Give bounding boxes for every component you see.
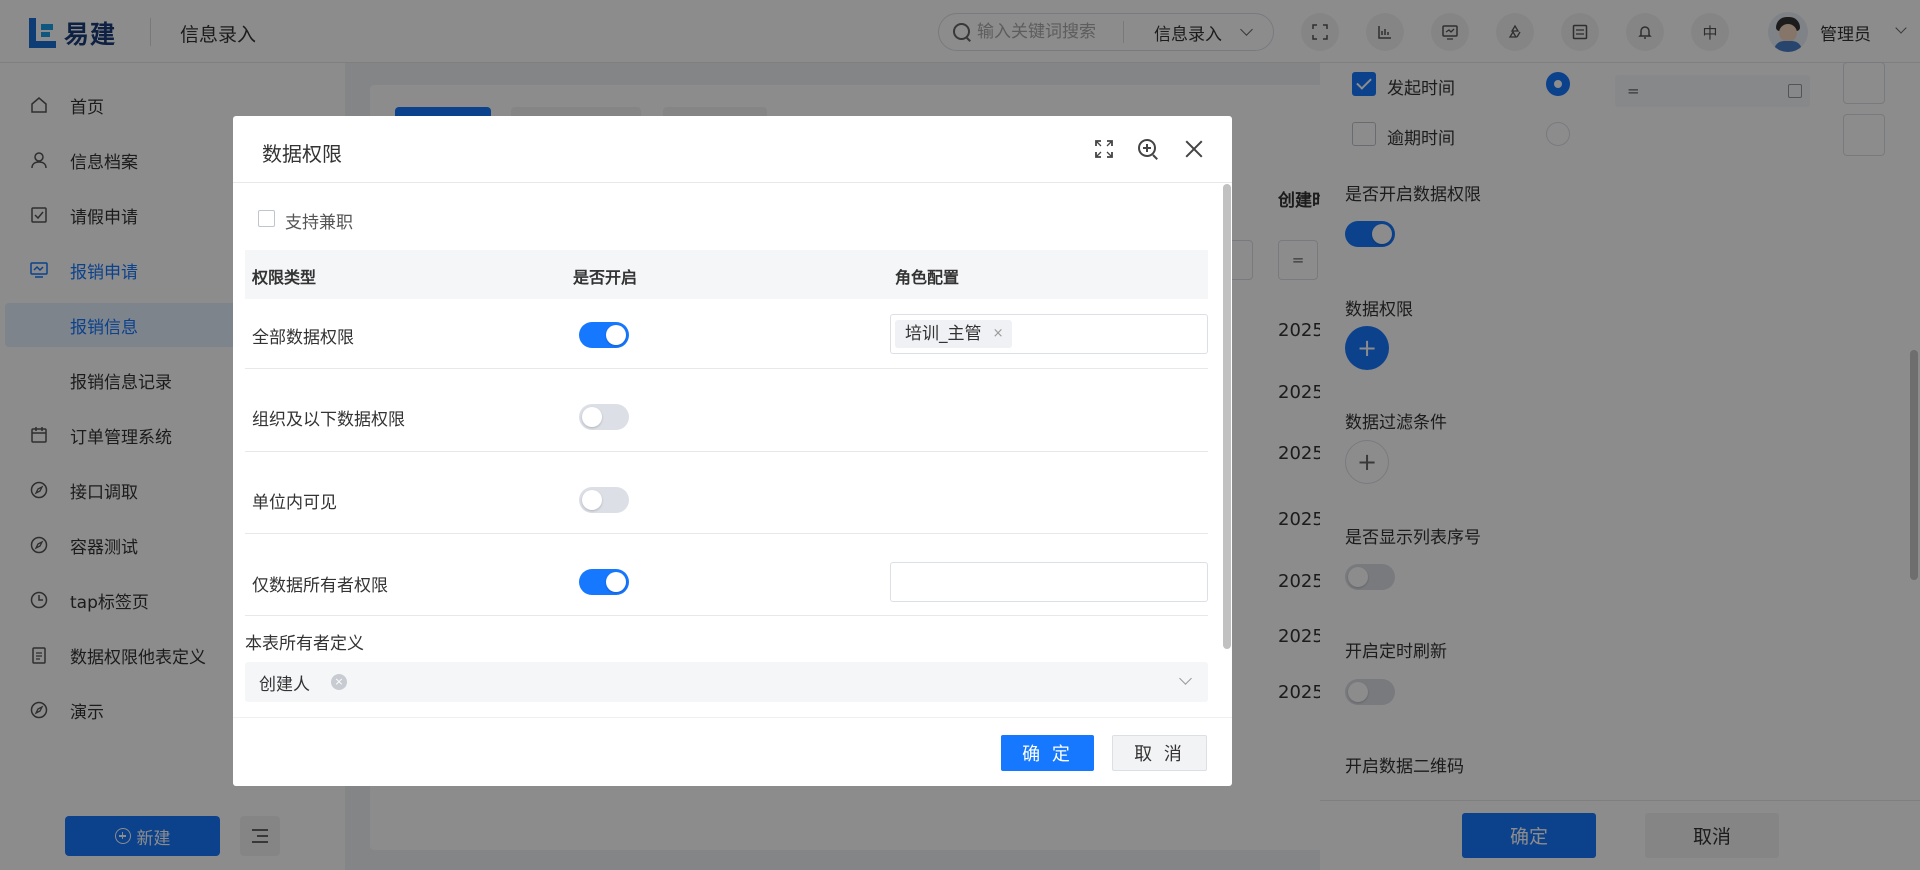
permission-toggle[interactable]: [579, 569, 629, 595]
modal-cancel-button[interactable]: 取 消: [1112, 735, 1207, 771]
tag-clear-icon[interactable]: ×: [331, 674, 347, 690]
modal-ok-button[interactable]: 确 定: [1001, 735, 1094, 771]
permission-type: 组织及以下数据权限: [252, 410, 405, 430]
column-header: 权限类型: [252, 268, 317, 287]
table-row: [245, 452, 1208, 534]
permission-toggle[interactable]: [579, 404, 629, 430]
permission-toggle[interactable]: [579, 322, 629, 348]
permission-toggle[interactable]: [579, 487, 629, 513]
modal-header: 数据权限: [233, 116, 1232, 183]
support-concurrent-label: 支持兼职: [285, 213, 353, 233]
permission-type: 全部数据权限: [252, 328, 354, 348]
permission-type: 单位内可见: [252, 493, 337, 513]
modal-title: 数据权限: [262, 142, 342, 166]
permission-table-header: [245, 250, 1208, 299]
owner-definition-label: 本表所有者定义: [245, 634, 364, 654]
close-icon[interactable]: [1183, 138, 1205, 160]
column-header: 是否开启: [573, 268, 638, 287]
column-header: 角色配置: [895, 268, 960, 287]
owner-definition-select[interactable]: 创建人 ×: [245, 662, 1208, 702]
owner-tag: 创建人: [259, 675, 310, 695]
chevron-down-icon[interactable]: [1179, 672, 1192, 685]
modal-footer-divider: [233, 717, 1232, 718]
expand-icon[interactable]: [1093, 138, 1115, 160]
tag-close-icon[interactable]: ×: [993, 320, 1004, 348]
data-permission-modal: 数据权限 支持兼职 权限类型 是否开启 角色配置 全部数据权限 培训_主管 × …: [233, 116, 1232, 786]
role-select[interactable]: 培训_主管 ×: [890, 314, 1208, 354]
zoom-in-icon[interactable]: [1137, 138, 1159, 160]
support-concurrent-checkbox[interactable]: [258, 210, 275, 227]
modal-scrollbar[interactable]: [1223, 184, 1231, 649]
role-tag: 培训_主管 ×: [895, 320, 1012, 348]
permission-type: 仅数据所有者权限: [252, 576, 388, 596]
role-select[interactable]: [890, 562, 1208, 602]
